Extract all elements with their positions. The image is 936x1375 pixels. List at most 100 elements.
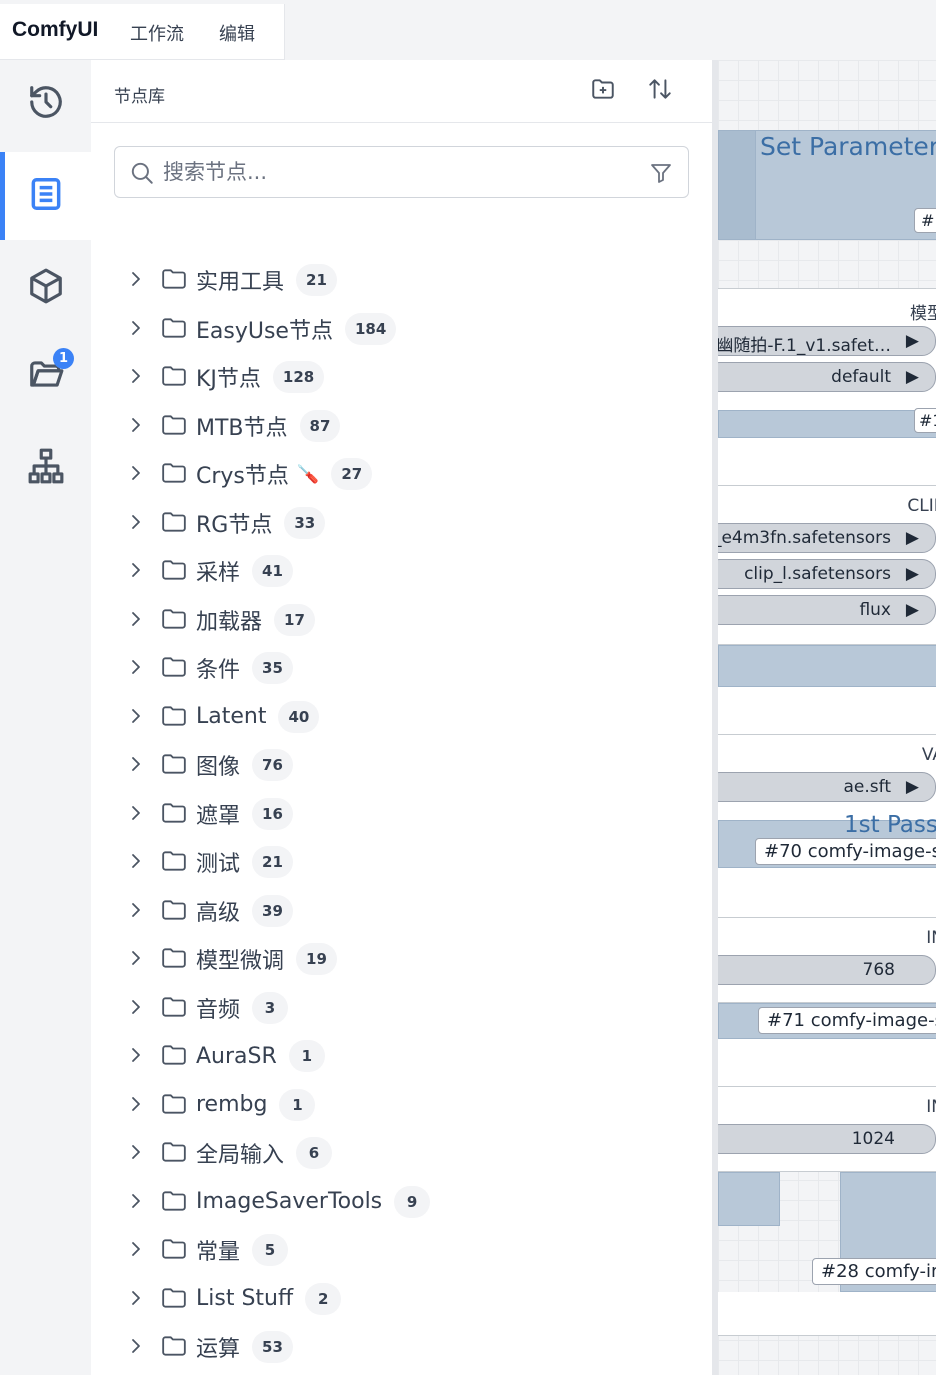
folder-icon [161, 898, 187, 926]
sidebar-history-button[interactable] [0, 60, 91, 148]
group-strip [718, 410, 936, 438]
chevron-right-icon[interactable] [127, 415, 145, 439]
tree-folder-row[interactable]: 实用工具 21 [91, 256, 712, 300]
folder-plus-icon [590, 76, 616, 106]
chevron-right-icon[interactable] [127, 1336, 145, 1360]
tree-folder-row[interactable]: KJ节点 128 [91, 353, 712, 397]
tree-folder-row[interactable]: AuraSR 1 [91, 1032, 712, 1076]
chevron-right-icon[interactable] [127, 512, 145, 536]
sort-button[interactable] [645, 76, 675, 106]
active-indicator [0, 152, 5, 240]
topbar-tabs-area [285, 4, 936, 60]
node-spacer [718, 1039, 936, 1087]
folder-label: 测试 21 [196, 846, 293, 878]
chevron-right-icon[interactable] [127, 948, 145, 972]
chevron-right-icon[interactable] [127, 269, 145, 293]
chevron-right-icon[interactable] [127, 463, 145, 487]
folder-label: 模型微调 19 [196, 943, 337, 975]
tree-folder-row[interactable]: Latent 40 [91, 693, 712, 737]
menu-workflow[interactable]: 工作流 [130, 20, 184, 46]
menu-edit[interactable]: 编辑 [219, 20, 255, 46]
folder-label: List Stuff 2 [196, 1282, 342, 1315]
tree-folder-row[interactable]: 图像 76 [91, 741, 712, 785]
folder-name: 模型微调 [196, 949, 285, 974]
node-title: 模型 [910, 304, 936, 324]
tree-folder-row[interactable]: RG节点 33 [91, 499, 712, 543]
tree-folder-row[interactable]: ImageSaverTools 9 [91, 1178, 712, 1222]
chevron-right-icon[interactable] [127, 318, 145, 342]
tree-folder-row[interactable]: 高级 39 [91, 887, 712, 931]
tree-folder-row[interactable]: rembg 1 [91, 1081, 712, 1125]
chevron-right-icon[interactable] [127, 1239, 145, 1263]
chevron-right-icon[interactable] [127, 754, 145, 778]
tree-folder-row[interactable]: 运算 53 [91, 1323, 712, 1367]
folder-count-badge: 53 [252, 1331, 293, 1363]
model-select-widget[interactable]: 幽随拍-F.1_v1.safet… ▶ [718, 326, 936, 356]
folder-name: RG节点 [196, 512, 273, 538]
filter-icon[interactable] [649, 160, 673, 190]
node-int-width[interactable]: IN 768 [718, 917, 936, 1003]
sidebar-templates-button[interactable] [0, 424, 91, 512]
tree-folder-row[interactable]: List Stuff 2 [91, 1275, 712, 1319]
tree-folder-row[interactable]: 音频 3 [91, 984, 712, 1028]
clip-name1-widget[interactable]: _e4m3fn.safetensors ▶ [718, 523, 936, 553]
tree-folder-row[interactable]: EasyUse节点 184 [91, 305, 712, 349]
chevron-right-icon[interactable] [127, 706, 145, 730]
chevron-right-icon[interactable] [127, 1191, 145, 1215]
chevron-right-icon[interactable] [127, 366, 145, 390]
panel-header: 节点库 [91, 60, 712, 123]
chevron-right-icon[interactable] [127, 1142, 145, 1166]
node-spacer [718, 868, 936, 918]
folder-name: 运算 [196, 1337, 241, 1362]
tree-folder-row[interactable]: 常量 5 [91, 1226, 712, 1270]
chevron-right-icon[interactable] [127, 803, 145, 827]
chevron-right-icon[interactable] [127, 851, 145, 875]
tree-folder-row[interactable]: 条件 35 [91, 644, 712, 688]
tree-folder-row[interactable]: 加载器 17 [91, 596, 712, 640]
chevron-right-icon[interactable] [127, 1288, 145, 1312]
folder-label: Latent 40 [196, 700, 320, 733]
folder-name: 加载器 [196, 609, 263, 635]
weight-dtype-widget[interactable]: default ▶ [718, 362, 936, 392]
chevron-right-icon[interactable] [127, 1045, 145, 1069]
tree-folder-row[interactable]: 模型微调 19 [91, 935, 712, 979]
folder-label: Crys节点 🪛 27 [196, 458, 373, 490]
chevron-right-icon[interactable] [127, 657, 145, 681]
sidebar-node-library-button[interactable] [0, 152, 91, 240]
clip-name2-widget[interactable]: clip_l.safetensors ▶ [718, 559, 936, 589]
folder-name: 图像 [196, 755, 241, 780]
graph-canvas[interactable]: Set Parameters # 模型 幽随拍-F.1_v1.safet… ▶ … [718, 60, 936, 1375]
sidebar-model-library-button[interactable] [0, 244, 91, 332]
new-folder-button[interactable] [588, 76, 618, 106]
folder-count-badge: 76 [252, 749, 293, 781]
int-value-widget[interactable]: 768 [718, 955, 936, 985]
tree-folder-row[interactable]: Crys节点 🪛 27 [91, 450, 712, 494]
chevron-right-icon[interactable] [127, 997, 145, 1021]
chevron-right-icon[interactable] [127, 1094, 145, 1118]
vae-name-widget[interactable]: ae.sft ▶ [718, 772, 936, 802]
folder-label: 图像 76 [196, 749, 293, 781]
tree-folder-row[interactable]: 全局输入 6 [91, 1129, 712, 1173]
tree-folder-row[interactable]: 采样 41 [91, 547, 712, 591]
model-library-icon [27, 267, 65, 309]
node-int-height[interactable]: IN 1024 [718, 1086, 936, 1172]
tree-folder-row[interactable]: 遮罩 16 [91, 790, 712, 834]
folder-label: 条件 35 [196, 652, 293, 684]
folder-label: 加载器 17 [196, 603, 315, 636]
folder-label: rembg 1 [196, 1088, 316, 1121]
folder-label: RG节点 33 [196, 506, 326, 539]
node-dual-clip-loader[interactable]: CLIP _e4m3fn.safetensors ▶ clip_l.safete… [718, 485, 936, 645]
node-vae-loader[interactable]: VA ae.sft ▶ [718, 734, 936, 822]
int-value-widget[interactable]: 1024 [718, 1124, 936, 1154]
chevron-right-icon[interactable] [127, 900, 145, 924]
app-brand[interactable]: ComfyUI [12, 18, 98, 42]
chevron-right-icon[interactable] [127, 560, 145, 584]
clip-type-widget[interactable]: flux ▶ [718, 595, 936, 625]
search-input[interactable] [163, 157, 633, 187]
folder-icon [161, 1140, 187, 1168]
tree-folder-row[interactable]: MTB节点 87 [91, 402, 712, 446]
group-header-block [718, 130, 756, 240]
tree-folder-row[interactable]: 测试 21 [91, 838, 712, 882]
sidebar-workflows-button[interactable] [0, 332, 91, 420]
chevron-right-icon[interactable] [127, 609, 145, 633]
